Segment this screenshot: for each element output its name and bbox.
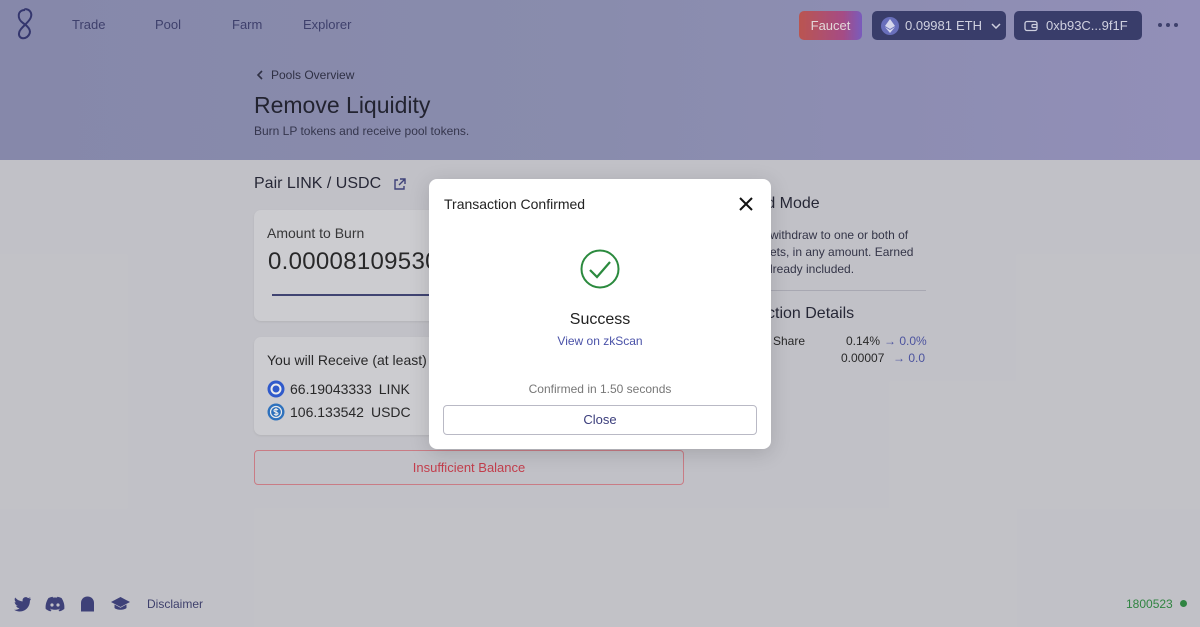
success-status: Success <box>569 311 631 328</box>
modal-title: Transaction Confirmed <box>444 196 586 212</box>
confirmation-time: Confirmed in 1.50 seconds <box>528 382 672 396</box>
close-button[interactable]: Close <box>443 405 757 435</box>
transaction-confirmed-modal: Transaction Confirmed Success View on zk… <box>429 179 771 449</box>
checkmark-circle-icon <box>580 249 620 289</box>
view-on-zkscan-link[interactable]: View on zkScan <box>429 334 771 348</box>
close-icon[interactable] <box>737 195 755 213</box>
